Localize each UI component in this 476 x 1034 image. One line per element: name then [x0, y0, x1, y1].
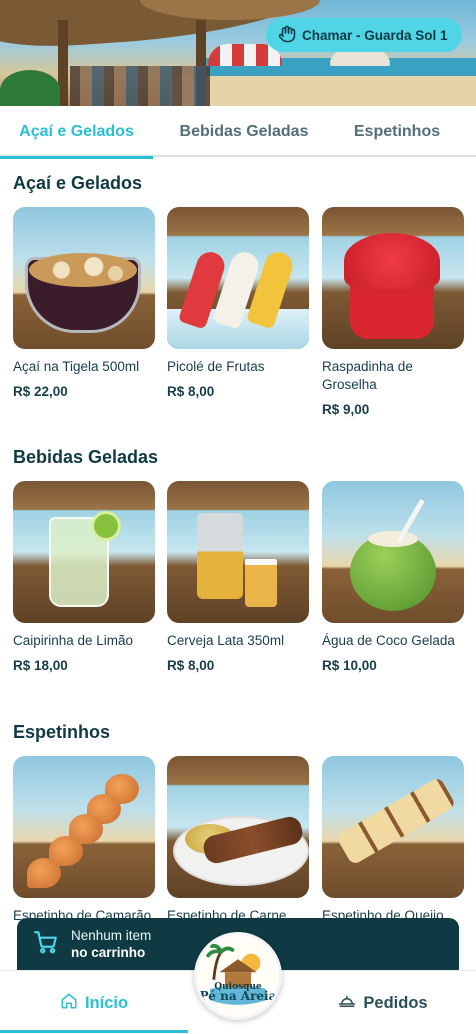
- beer-glass: [245, 559, 277, 607]
- product-image-cerveja: [167, 481, 309, 623]
- product-image-picole: [167, 207, 309, 349]
- logo-art: [198, 936, 278, 1016]
- cloche-icon: [338, 992, 356, 1015]
- call-waiter-label: Chamar - Guarda Sol 1: [302, 27, 448, 43]
- product-price: R$ 9,00: [322, 402, 370, 417]
- nav-orders[interactable]: Pedidos: [290, 971, 476, 1034]
- product-card[interactable]: Espetinho de Queijo: [322, 756, 464, 933]
- product-name: Água de Coco Gelada: [322, 633, 455, 648]
- tab-bebidas-geladas[interactable]: Bebidas Geladas: [163, 106, 325, 157]
- product-image-raspadinha: [322, 207, 464, 349]
- product-image-agua-coco: [322, 481, 464, 623]
- nav-home[interactable]: Início: [0, 971, 188, 1034]
- product-price: R$ 8,00: [167, 384, 215, 399]
- product-card[interactable]: Cerveja Lata 350ml R$ 8,00: [167, 481, 309, 673]
- product-image-carne: [167, 756, 309, 898]
- call-waiter-button[interactable]: Chamar - Guarda Sol 1: [266, 18, 462, 52]
- nav-orders-label: Pedidos: [363, 993, 428, 1012]
- tab-acai-gelados[interactable]: Açaí e Gelados: [0, 106, 153, 159]
- product-name: Açaí na Tigela 500ml: [13, 359, 140, 374]
- product-price: R$ 22,00: [13, 384, 68, 399]
- section-title-espetinhos: Espetinhos: [13, 722, 111, 742]
- customers: [70, 66, 210, 106]
- beach-umbrella: [330, 50, 390, 66]
- product-card[interactable]: Caipirinha de Limão R$ 18,00: [13, 481, 155, 673]
- cart-status-line2: no carrinho: [71, 945, 146, 960]
- plant: [0, 70, 60, 106]
- product-name: Raspadinha de Groselha: [322, 359, 413, 392]
- cart-status: Nenhum item no carrinho: [71, 927, 151, 961]
- coconut-opening: [368, 531, 418, 547]
- product-image-acai: [13, 207, 155, 349]
- nav-home-label: Início: [84, 993, 129, 1012]
- hand-icon: [278, 25, 296, 46]
- product-image-caipirinha: [13, 481, 155, 623]
- section-title-acai: Açaí e Gelados: [13, 173, 143, 193]
- product-card[interactable]: Espetinho de Camarão: [13, 756, 155, 933]
- product-name: Caipirinha de Limão: [13, 633, 134, 648]
- product-card[interactable]: Espetinho de Carne: [167, 756, 309, 933]
- cheese-skewer: [335, 776, 457, 866]
- beer-can: [197, 513, 243, 599]
- logo-line2: Pé na Areia: [199, 989, 277, 1003]
- product-name: Cerveja Lata 350ml: [167, 633, 285, 648]
- lime: [91, 511, 121, 541]
- product-image-camarao: [13, 756, 155, 898]
- product-price: R$ 18,00: [13, 658, 68, 673]
- home-icon: [60, 992, 78, 1015]
- product-card[interactable]: Açaí na Tigela 500ml R$ 22,00: [13, 207, 155, 399]
- tab-espetinhos[interactable]: Espetinhos: [335, 106, 459, 157]
- category-tabs: Açaí e Gelados Bebidas Geladas Espetinho…: [0, 106, 476, 159]
- shaved-ice: [344, 233, 440, 289]
- cart-icon: [33, 929, 59, 960]
- product-price: R$ 10,00: [322, 658, 377, 673]
- sand: [170, 76, 476, 106]
- product-card[interactable]: Picolé de Frutas R$ 8,00: [167, 207, 309, 399]
- shrimp: [27, 858, 61, 888]
- product-image-queijo: [322, 756, 464, 898]
- product-name: Picolé de Frutas: [167, 359, 265, 374]
- product-card[interactable]: Água de Coco Gelada R$ 10,00: [322, 481, 464, 673]
- hero-banner: [0, 0, 476, 106]
- section-title-bebidas: Bebidas Geladas: [13, 447, 159, 467]
- cart-status-line1: Nenhum item: [71, 928, 152, 943]
- logo-text: Quiosque Pé na Areia: [197, 983, 279, 1003]
- kiosk-logo[interactable]: Quiosque Pé na Areia: [194, 932, 282, 1020]
- product-price: R$ 8,00: [167, 658, 215, 673]
- product-card[interactable]: Raspadinha de Groselha R$ 9,00: [322, 207, 464, 417]
- acai-toppings: [29, 253, 137, 287]
